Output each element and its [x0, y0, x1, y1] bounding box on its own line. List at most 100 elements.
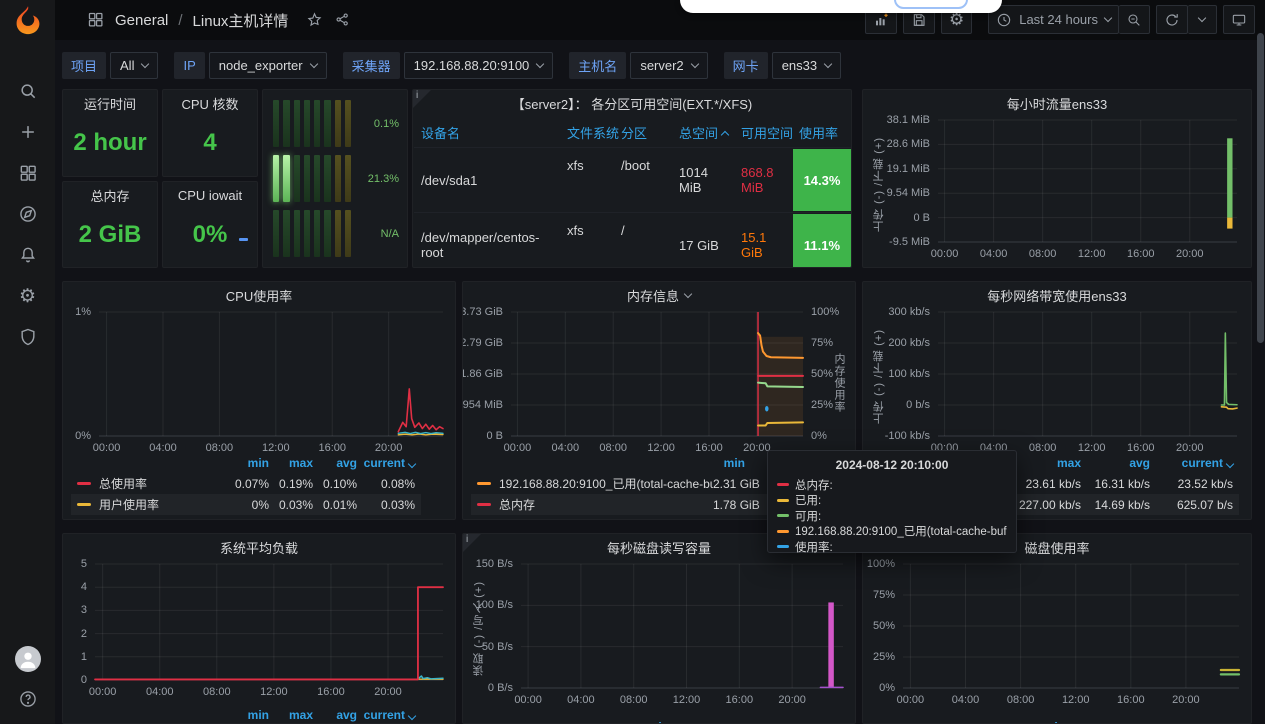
- sort-chevron-icon: [408, 459, 416, 467]
- table-header-row: 设备名 文件系统 分区 总空间 可用空间 使用率: [414, 118, 852, 148]
- panel-hourly-traffic: 每小时流量ens33 38.1 MiB28.6 MiB19.1 MiB9.54 …: [862, 89, 1252, 268]
- sort-chevron-icon: [1226, 459, 1234, 467]
- variable-label-hostname: 主机名: [569, 52, 626, 79]
- breadcrumb-page-title[interactable]: Linux主机详情: [193, 10, 289, 31]
- refresh-button[interactable]: [1156, 5, 1188, 34]
- load-average-chart[interactable]: 54321000:0004:0008:0012:0016:0020:00: [71, 560, 447, 700]
- variable-select-ip[interactable]: node_exporter: [209, 52, 327, 79]
- hourly-traffic-chart[interactable]: 38.1 MiB28.6 MiB19.1 MiB9.54 MiB0 B-9.5 …: [871, 116, 1243, 266]
- panel-title[interactable]: CPU iowait: [163, 182, 257, 208]
- panel-title[interactable]: 系统平均负载: [63, 534, 455, 560]
- chevron-down-icon: [1198, 14, 1206, 22]
- cpu-legend[interactable]: minmaxavgcurrent总使用率0.07%0.19%0.10%0.08%…: [71, 452, 447, 519]
- refresh-interval-dropdown[interactable]: [1188, 5, 1217, 34]
- disk-usage-legend[interactable]: minmaxavgcurrent: [871, 716, 1243, 723]
- dashboards-grid-icon[interactable]: [17, 162, 39, 184]
- variable-select-collector[interactable]: 192.168.88.20:9100: [404, 52, 554, 79]
- disk-io-chart[interactable]: 150 B/s100 B/s50 B/s0 B/s00:0004:0008:00…: [471, 560, 847, 710]
- breadcrumb-section[interactable]: General: [115, 12, 168, 29]
- configuration-gear-icon[interactable]: ⚙: [17, 285, 39, 307]
- col-available[interactable]: 可用空间: [734, 118, 792, 148]
- create-plus-icon[interactable]: [17, 121, 39, 143]
- admin-shield-icon[interactable]: [17, 326, 39, 348]
- col-device[interactable]: 设备名: [414, 118, 560, 148]
- page-scrollbar-thumb[interactable]: [1257, 33, 1264, 343]
- disk-usage-chart[interactable]: 100%75%50%25%0%00:0004:0008:0012:0016:00…: [871, 560, 1243, 710]
- col-total[interactable]: 总空间: [672, 118, 734, 148]
- graph-tooltip: 2024-08-12 20:10:00 总内存: 已用: 可用: 192.168…: [767, 450, 1017, 553]
- series-color-dash: [477, 503, 491, 506]
- legend-header: minmaxavgcurrent: [71, 704, 421, 723]
- device-cell: /dev/mapper/centos-root: [414, 213, 560, 269]
- panel-title[interactable]: CPU使用率: [63, 282, 455, 308]
- legend-header: minmaxavgcurrent: [871, 716, 1217, 723]
- gauge-row: N/A: [273, 210, 399, 257]
- fs-cell: xfs: [560, 148, 614, 213]
- sort-chevron-icon: [408, 711, 416, 719]
- search-icon[interactable]: [17, 80, 39, 102]
- user-avatar[interactable]: [15, 646, 41, 672]
- panel-disk-usage: 磁盘使用率 100%75%50%25%0%00:0004:0008:0012:0…: [862, 533, 1252, 724]
- zoom-out-time-button[interactable]: [1119, 5, 1150, 34]
- col-usage[interactable]: 使用率: [792, 118, 852, 148]
- time-range-label: Last 24 hours: [1019, 12, 1098, 27]
- panel-title[interactable]: 总内存: [63, 182, 157, 208]
- core-usage-bar-gauge: 0.1%21.3%N/A: [273, 100, 399, 257]
- panel-menu-chevron-icon: [684, 289, 692, 297]
- col-mount[interactable]: 分区: [614, 118, 672, 148]
- cpu-cores-value: 4: [163, 116, 257, 170]
- panel-uptime: 运行时间 2 hour: [62, 89, 158, 177]
- chevron-down-icon: [309, 60, 317, 68]
- explore-compass-icon[interactable]: [17, 203, 39, 225]
- variable-select-nic[interactable]: ens33: [772, 52, 841, 79]
- variable-select-project[interactable]: All: [110, 52, 158, 79]
- total-memory-value: 2 GiB: [63, 208, 157, 261]
- chevron-down-icon: [824, 60, 832, 68]
- panel-title[interactable]: 内存信息: [463, 282, 855, 308]
- grafana-logo-icon[interactable]: [10, 4, 46, 40]
- series-color-dash: [77, 482, 91, 485]
- variable-label-collector: 采集器: [343, 52, 400, 79]
- star-icon[interactable]: [306, 11, 324, 29]
- panel-title[interactable]: 每秒网络带宽使用ens33: [863, 282, 1251, 308]
- browser-popup-button[interactable]: [894, 0, 968, 9]
- variable-label-project: 项目: [62, 52, 106, 79]
- variable-select-hostname[interactable]: server2: [630, 52, 707, 79]
- dashboard-grid-icon[interactable]: [87, 11, 105, 29]
- iowait-sparkline: [239, 238, 248, 241]
- panel-title[interactable]: 【server2】： 各分区可用空间(EXT.*/XFS): [413, 90, 851, 116]
- legend-row: 总使用率0.07%0.19%0.10%0.08%: [71, 473, 421, 494]
- panel-title[interactable]: CPU 核数: [163, 90, 257, 116]
- series-color-dash: [77, 503, 91, 506]
- mount-cell: /: [614, 213, 672, 269]
- disk-io-legend[interactable]: minmaxavgcurrent: [471, 716, 847, 723]
- panel-info-icon[interactable]: i: [413, 90, 431, 108]
- legend-row: 系统使用率0%0.01%0.00%0.01%: [71, 515, 421, 519]
- tooltip-row: 已用:: [777, 493, 1007, 509]
- fs-cell: xfs: [560, 213, 614, 269]
- network-bandwidth-chart[interactable]: 300 kb/s200 kb/s100 kb/s0 b/s-100 kb/s00…: [871, 308, 1243, 458]
- share-icon[interactable]: [334, 11, 352, 29]
- help-icon[interactable]: [17, 688, 39, 710]
- series-color-dash: [477, 482, 491, 485]
- panel-cpu-cores: CPU 核数 4: [162, 89, 258, 177]
- available-cell: 868.8 MiB: [734, 148, 792, 213]
- load-legend[interactable]: minmaxavgcurrent: [71, 704, 447, 723]
- col-filesystem[interactable]: 文件系统: [560, 118, 614, 148]
- legend-row: 用户使用率0%0.03%0.01%0.03%: [71, 494, 421, 515]
- memory-info-chart[interactable]: 3.73 GiB2.79 GiB1.86 GiB954 MiB0 B100%75…: [471, 308, 847, 458]
- variable-label-ip: IP: [174, 52, 204, 79]
- legend-header: minmaxavgcurrent: [71, 452, 421, 473]
- browser-popup-overlay: [680, 0, 1002, 13]
- gauge-row: 0.1%: [273, 100, 399, 147]
- cpu-usage-chart[interactable]: 1%0%00:0004:0008:0012:0016:0020:00: [71, 308, 447, 458]
- panel-info-icon[interactable]: i: [463, 534, 481, 552]
- chevron-down-icon: [690, 60, 698, 68]
- panel-title[interactable]: 运行时间: [63, 90, 157, 116]
- alerting-bell-icon[interactable]: [17, 244, 39, 266]
- time-range-picker[interactable]: Last 24 hours: [988, 5, 1119, 34]
- kiosk-tv-icon[interactable]: [1223, 5, 1255, 34]
- uptime-value: 2 hour: [63, 116, 157, 170]
- panel-core-usage-gauge: 0.1%21.3%N/A: [262, 89, 408, 268]
- panel-title[interactable]: 每小时流量ens33: [863, 90, 1251, 116]
